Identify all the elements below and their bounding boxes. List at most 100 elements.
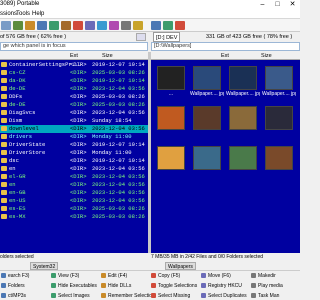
toolbar-icon[interactable] bbox=[97, 21, 107, 30]
function-button[interactable]: Copy (F5) bbox=[151, 271, 200, 281]
file-row[interactable]: ContainerSettingsPr... <DIR> 2019-12-07 10… bbox=[0, 61, 148, 69]
tab-system32[interactable]: System32 bbox=[30, 262, 59, 270]
image-thumbnail[interactable] bbox=[154, 106, 188, 138]
right-col-ext[interactable]: Ext bbox=[221, 52, 229, 60]
toolbar-icon[interactable] bbox=[25, 21, 35, 30]
function-button[interactable]: Hide DLLs bbox=[101, 281, 150, 291]
file-row[interactable]: da-DK <DIR> 2019-12-07 10:14 bbox=[0, 77, 148, 85]
menu-help[interactable]: Help bbox=[32, 9, 44, 19]
function-button[interactable]: Play media bbox=[251, 281, 300, 291]
image-thumbnail[interactable]: ... bbox=[154, 66, 188, 98]
file-date: 2023-12-04 03:56 bbox=[92, 173, 145, 180]
right-drive-select[interactable]: [D:] DEV bbox=[153, 32, 181, 42]
file-row[interactable]: downlevel <DIR> 2023-12-04 03:56 bbox=[0, 125, 148, 133]
minimize-icon[interactable]: – bbox=[255, 0, 270, 9]
toolbar-icon[interactable] bbox=[61, 21, 71, 30]
file-row[interactable]: es-MX <DIR> 2025-03-03 08:26 bbox=[0, 213, 148, 221]
image-thumbnail[interactable] bbox=[262, 106, 296, 138]
toolbar-icon[interactable] bbox=[175, 21, 185, 30]
thumbnail-image bbox=[229, 146, 257, 170]
right-col-size[interactable]: Size bbox=[261, 52, 272, 60]
image-thumbnail[interactable] bbox=[190, 106, 224, 138]
function-button[interactable]: earch F3) bbox=[1, 271, 50, 281]
thumbnail-image bbox=[157, 146, 185, 170]
toolbar-icon[interactable] bbox=[133, 21, 143, 30]
left-col-size[interactable]: Size bbox=[102, 52, 113, 60]
function-button[interactable]: Move (F6) bbox=[201, 271, 250, 281]
image-thumbnail[interactable]: Wallpaper.... jpg bbox=[262, 66, 296, 98]
file-name: DriverState bbox=[9, 141, 46, 148]
left-path-field[interactable]: ge which panel is in focus bbox=[0, 42, 148, 51]
toolbar-icon[interactable] bbox=[121, 21, 131, 30]
image-thumbnail[interactable] bbox=[226, 146, 260, 178]
menu-sessions[interactable]: ssions bbox=[0, 9, 17, 19]
function-button[interactable]: Registry HKCU bbox=[201, 281, 250, 291]
function-button[interactable]: Task Man bbox=[251, 291, 300, 300]
file-row[interactable]: de-DE <DIR> 2025-03-03 08:26 bbox=[0, 101, 148, 109]
file-date: 2019-12-07 10:14 bbox=[92, 157, 145, 164]
toolbar-icon[interactable] bbox=[151, 21, 161, 30]
image-thumbnail[interactable] bbox=[262, 146, 296, 178]
toolbar-icon[interactable] bbox=[163, 21, 173, 30]
toolbar-icon[interactable] bbox=[37, 21, 47, 30]
file-date: 2023-12-04 03:56 bbox=[92, 189, 145, 196]
function-button[interactable]: Folders bbox=[1, 281, 50, 291]
file-row[interactable]: en-GB <DIR> 2023-12-04 03:56 bbox=[0, 189, 148, 197]
left-tabs: System32 bbox=[0, 262, 148, 270]
image-thumbnail[interactable]: Wallpaper.... jpg bbox=[226, 66, 260, 98]
left-dropdown-icon[interactable] bbox=[136, 33, 146, 41]
file-row[interactable]: es-ES <DIR> 2025-03-03 08:26 bbox=[0, 205, 148, 213]
function-button[interactable]: Select Duplicates bbox=[201, 291, 250, 300]
maximize-icon[interactable]: □ bbox=[270, 0, 285, 9]
function-button[interactable]: Select Missing bbox=[151, 291, 200, 300]
image-thumbnail[interactable] bbox=[154, 146, 188, 178]
toolbar-icon[interactable] bbox=[1, 21, 11, 30]
file-row[interactable]: DiagSvcs <DIR> 2023-12-04 03:56 bbox=[0, 109, 148, 117]
file-row[interactable]: DriverStore <DIR> Monday 11:00 bbox=[0, 149, 148, 157]
file-row[interactable]: en-US <DIR> 2023-12-04 03:56 bbox=[0, 197, 148, 205]
function-icon bbox=[101, 283, 106, 289]
function-label: Play media bbox=[258, 283, 283, 289]
toolbar-icon[interactable] bbox=[13, 21, 23, 30]
toolbar-icon[interactable] bbox=[109, 21, 119, 30]
file-row[interactable]: en <DIR> 2023-12-04 03:56 bbox=[0, 165, 148, 173]
menu-tools[interactable]: Tools bbox=[16, 9, 30, 19]
image-thumbnail[interactable]: Wallpaper.... jpg bbox=[190, 66, 224, 98]
function-button[interactable]: Makedir bbox=[251, 271, 300, 281]
toolbar-icon[interactable] bbox=[49, 21, 59, 30]
function-icon bbox=[201, 283, 206, 289]
right-thumbnail-panel[interactable]: Ext Size ... Wallpaper.... jpg Wallpaper..… bbox=[151, 52, 300, 253]
toolbar-icon[interactable] bbox=[85, 21, 95, 30]
function-button[interactable]: ct/MP3s bbox=[1, 291, 50, 300]
function-button[interactable]: Select Images bbox=[51, 291, 100, 300]
function-button[interactable]: Hide Executables bbox=[51, 281, 100, 291]
tab-wallpapers[interactable]: Wallpapers bbox=[165, 262, 196, 270]
toolbar-icon[interactable] bbox=[73, 21, 83, 30]
left-file-panel[interactable]: Ext Size ContainerSettingsPr... <DIR> 2019… bbox=[0, 52, 148, 253]
file-row[interactable]: DriverState <DIR> 2019-12-07 10:14 bbox=[0, 141, 148, 149]
function-label: Edit (F4) bbox=[108, 273, 128, 279]
function-button[interactable]: View (F3) bbox=[51, 271, 100, 281]
thumbnail-image bbox=[157, 106, 185, 130]
function-icon bbox=[251, 283, 256, 289]
folder-icon bbox=[1, 206, 7, 211]
right-path-field[interactable]: [D:\Wallpapers] bbox=[151, 42, 300, 51]
file-row[interactable]: en <DIR> 2023-12-04 03:56 bbox=[0, 181, 148, 189]
left-col-ext[interactable]: Ext bbox=[70, 52, 78, 60]
close-icon[interactable]: ✕ bbox=[285, 0, 300, 9]
file-date: 2019-12-07 10:14 bbox=[92, 141, 145, 148]
file-row[interactable]: dsc <DIR> 2019-12-07 10:14 bbox=[0, 157, 148, 165]
file-row[interactable]: Dism <DIR> Sunday 18:54 bbox=[0, 117, 148, 125]
file-row[interactable]: el-GR <DIR> 2023-12-04 03:56 bbox=[0, 173, 148, 181]
file-row[interactable]: cs-CZ <DIR> 2025-03-03 08:26 bbox=[0, 69, 148, 77]
image-thumbnail[interactable] bbox=[190, 146, 224, 178]
function-button[interactable]: Remember Selection bbox=[101, 291, 155, 300]
function-button[interactable]: Toggle Selections bbox=[151, 281, 200, 291]
file-row[interactable]: drivers <DIR> Monday 11:00 bbox=[0, 133, 148, 141]
function-button[interactable]: Edit (F4) bbox=[101, 271, 150, 281]
file-row[interactable]: DDFs <DIR> 2025-03-03 08:26 bbox=[0, 93, 148, 101]
function-button-grid: earch F3) View (F3) Edit (F4) Copy (F5) Move… bbox=[0, 270, 300, 300]
function-label: Task Man bbox=[258, 293, 280, 299]
file-row[interactable]: de-DE <DIR> 2023-12-04 03:56 bbox=[0, 85, 148, 93]
image-thumbnail[interactable] bbox=[226, 106, 260, 138]
